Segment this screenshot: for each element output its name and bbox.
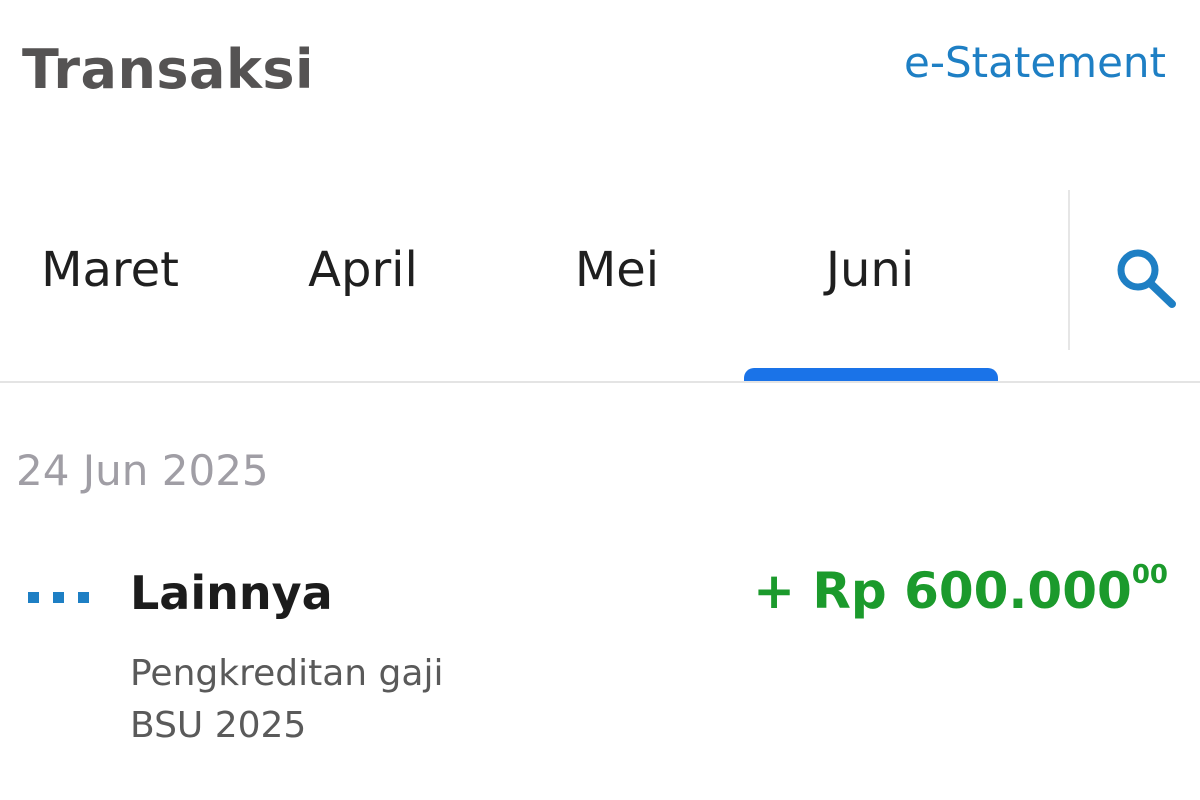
- selected-tab-indicator: [744, 368, 998, 382]
- transaction-description-line1: Pengkreditan gaji: [130, 653, 444, 694]
- transaction-description: Pengkreditan gaji BSU 2025: [130, 648, 443, 752]
- transaction-amount-main: + Rp 600.000: [753, 562, 1132, 620]
- e-statement-link[interactable]: e-Statement: [904, 38, 1166, 87]
- tab-juni[interactable]: Juni: [760, 242, 980, 302]
- tab-april[interactable]: April: [253, 242, 473, 302]
- tab-maret[interactable]: Maret: [0, 242, 220, 302]
- transaction-category: Lainnya: [130, 566, 333, 620]
- tab-mei[interactable]: Mei: [507, 242, 727, 302]
- date-group-header: 24 Jun 2025: [16, 446, 269, 495]
- month-tab-bar: Maret April Mei Juni: [0, 190, 1200, 382]
- search-icon: [1117, 249, 1176, 308]
- transaction-description-line2: BSU 2025: [130, 705, 307, 746]
- transaction-amount: + Rp 600.00000: [753, 560, 1168, 620]
- transaction-amount-cents: 00: [1131, 560, 1168, 590]
- more-icon: [28, 592, 90, 606]
- search-button[interactable]: [1110, 240, 1182, 312]
- vertical-divider: [1068, 190, 1070, 350]
- page-title: Transaksi: [22, 38, 315, 101]
- transaction-row[interactable]: Lainnya Pengkreditan gaji BSU 2025 + Rp …: [0, 560, 1200, 760]
- header-divider: [0, 381, 1200, 383]
